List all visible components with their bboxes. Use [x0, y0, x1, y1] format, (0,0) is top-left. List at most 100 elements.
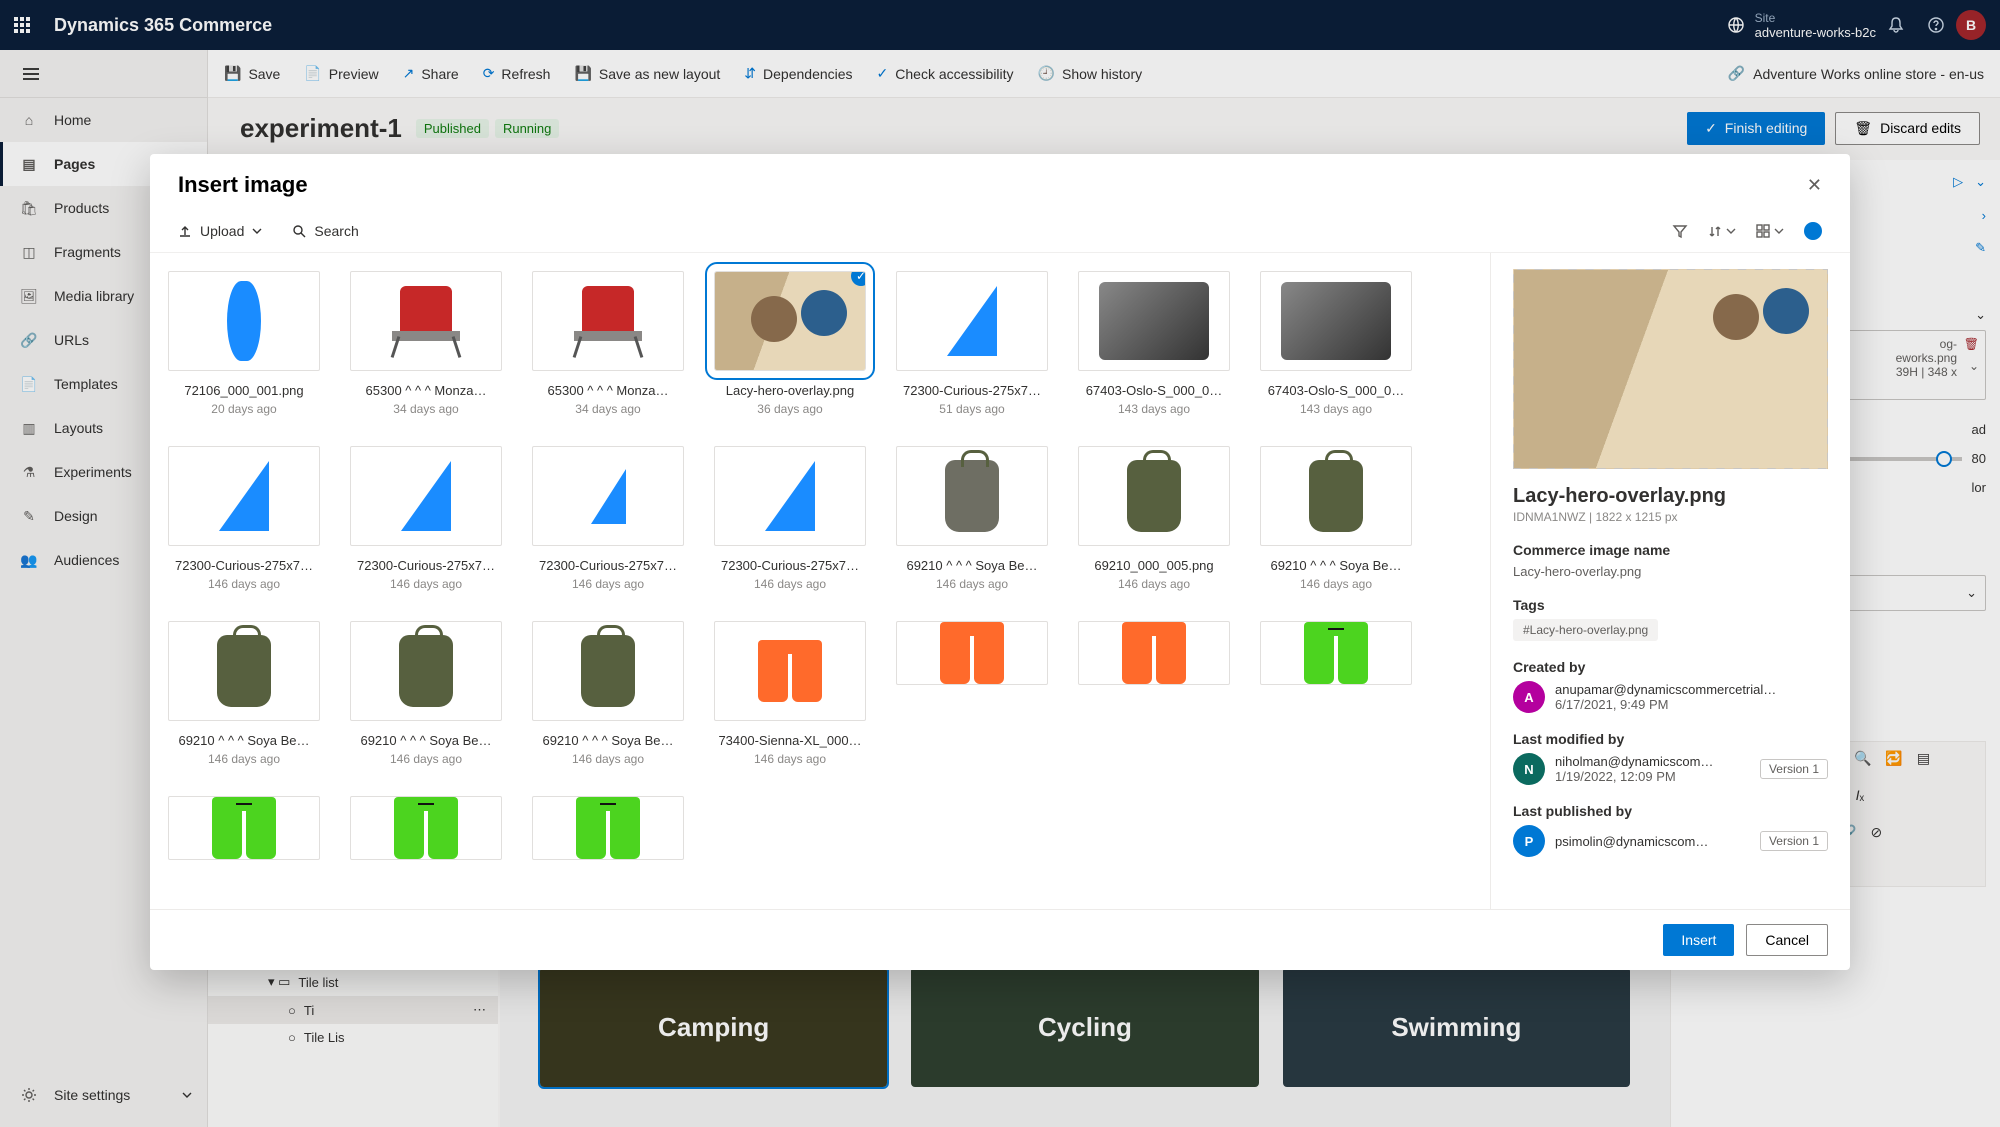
asset-age: 20 days ago [211, 402, 276, 416]
asset-thumb [1260, 621, 1412, 685]
asset-age: 146 days ago [572, 577, 644, 591]
asset-age: 146 days ago [208, 752, 280, 766]
asset-card[interactable]: 72106_000_001.png20 days ago [168, 271, 320, 416]
asset-thumb [168, 446, 320, 546]
asset-card[interactable]: 69210 ^ ^ ^ Soya Be… 146 days ago [168, 621, 320, 766]
chevron-down-icon [252, 226, 262, 236]
search-icon [292, 224, 306, 238]
asset-card[interactable]: 69210_000_005.png 146 days ago [1078, 446, 1230, 591]
asset-thumb [1078, 446, 1230, 546]
asset-age: 146 days ago [936, 577, 1008, 591]
asset-age: 143 days ago [1300, 402, 1372, 416]
asset-filename: 72300-Curious-275x7… [903, 383, 1041, 398]
asset-age: 146 days ago [208, 577, 280, 591]
asset-title: Lacy-hero-overlay.png [1513, 485, 1828, 508]
asset-thumb: ✓ [714, 271, 866, 371]
asset-card[interactable] [1260, 621, 1412, 766]
view-button[interactable] [1756, 224, 1784, 238]
upload-icon [178, 224, 192, 238]
insert-button[interactable]: Insert [1663, 924, 1734, 956]
asset-thumb [532, 446, 684, 546]
asset-thumb [168, 271, 320, 371]
asset-filename: 69210 ^ ^ ^ Soya Be… [1270, 558, 1401, 573]
upload-button[interactable]: Upload [178, 223, 262, 239]
asset-filename: 69210_000_005.png [1094, 558, 1213, 573]
asset-thumb [1078, 621, 1230, 685]
asset-meta: IDNMA1NWZ | 1822 x 1215 px [1513, 510, 1828, 524]
asset-filename: 72300-Curious-275x7… [175, 558, 313, 573]
asset-filename: 73400-Sienna-XL_000… [718, 733, 861, 748]
asset-filename: 65300 ^ ^ ^ Monza… [548, 383, 669, 398]
asset-age: 146 days ago [572, 752, 644, 766]
asset-age: 146 days ago [1300, 577, 1372, 591]
asset-card[interactable]: ✓ Lacy-hero-overlay.png 36 days ago [714, 271, 866, 416]
asset-grid: 72106_000_001.png20 days ago65300 ^ ^ ^ … [150, 253, 1490, 909]
asset-thumb [168, 621, 320, 721]
asset-thumb [896, 621, 1048, 685]
chevron-down-icon [1774, 226, 1784, 236]
asset-card[interactable]: 67403-Oslo-S_000_0… 143 days ago [1078, 271, 1230, 416]
asset-age: 34 days ago [575, 402, 640, 416]
asset-card[interactable]: 67403-Oslo-S_000_0… 143 days ago [1260, 271, 1412, 416]
filter-icon[interactable] [1672, 223, 1688, 239]
asset-card[interactable]: 69210 ^ ^ ^ Soya Be… 146 days ago [350, 621, 502, 766]
asset-card[interactable]: 73400-Sienna-XL_000… 146 days ago [714, 621, 866, 766]
asset-card[interactable]: 72300-Curious-275x7… 146 days ago [168, 446, 320, 591]
asset-card[interactable] [1078, 621, 1230, 766]
asset-filename: 67403-Oslo-S_000_0… [1268, 383, 1405, 398]
asset-filename: Lacy-hero-overlay.png [726, 383, 854, 398]
asset-filename: 72300-Curious-275x7… [539, 558, 677, 573]
asset-thumb [350, 621, 502, 721]
asset-age: 146 days ago [754, 577, 826, 591]
insert-image-modal: Insert image ✕ Upload Search [150, 154, 1850, 970]
avatar: P [1513, 825, 1545, 857]
asset-filename: 72300-Curious-275x7… [721, 558, 859, 573]
asset-thumb [1078, 271, 1230, 371]
asset-thumb [532, 796, 684, 860]
asset-thumb [896, 446, 1048, 546]
asset-filename: 69210 ^ ^ ^ Soya Be… [360, 733, 491, 748]
asset-age: 34 days ago [393, 402, 458, 416]
asset-card[interactable]: 72300-Curious-275x7… 146 days ago [532, 446, 684, 591]
asset-card[interactable] [532, 796, 684, 860]
asset-age: 36 days ago [757, 402, 822, 416]
version-pill: Version 1 [1760, 759, 1828, 779]
asset-card[interactable]: 72300-Curious-275x7… 146 days ago [714, 446, 866, 591]
sort-button[interactable] [1708, 224, 1736, 238]
asset-thumb [350, 446, 502, 546]
close-button[interactable]: ✕ [1807, 175, 1822, 196]
asset-filename: 67403-Oslo-S_000_0… [1086, 383, 1223, 398]
avatar: A [1513, 681, 1545, 713]
asset-card[interactable] [896, 621, 1048, 766]
version-pill: Version 1 [1760, 831, 1828, 851]
published-by-row: P psimolin@dynamicscom… Version 1 [1513, 825, 1828, 857]
search-button[interactable]: Search [292, 223, 358, 239]
asset-age: 146 days ago [754, 752, 826, 766]
asset-card[interactable] [350, 796, 502, 860]
asset-thumb [350, 271, 502, 371]
asset-card[interactable]: 72300-Curious-275x7… 146 days ago [350, 446, 502, 591]
asset-age: 146 days ago [390, 752, 462, 766]
asset-thumb [350, 796, 502, 860]
asset-card[interactable]: 65300 ^ ^ ^ Monza… 34 days ago [532, 271, 684, 416]
cancel-button[interactable]: Cancel [1746, 924, 1828, 956]
asset-filename: 65300 ^ ^ ^ Monza… [366, 383, 487, 398]
asset-age: 146 days ago [390, 577, 462, 591]
asset-card[interactable] [168, 796, 320, 860]
grid-icon [1756, 224, 1770, 238]
tag-chip[interactable]: #Lacy-hero-overlay.png [1513, 619, 1658, 641]
modified-by-row: N niholman@dynamicscom… 1/19/2022, 12:09… [1513, 753, 1828, 785]
asset-card[interactable]: 69210 ^ ^ ^ Soya Be… 146 days ago [1260, 446, 1412, 591]
modal-title: Insert image [178, 172, 1807, 198]
asset-card[interactable]: 69210 ^ ^ ^ Soya Be…146 days ago [532, 621, 684, 766]
asset-age: 143 days ago [1118, 402, 1190, 416]
info-toggle[interactable] [1804, 222, 1822, 240]
asset-card[interactable]: 72300-Curious-275x7…51 days ago [896, 271, 1048, 416]
asset-age: 146 days ago [1118, 577, 1190, 591]
created-by-row: A anupamar@dynamicscommercetrial… 6/17/2… [1513, 681, 1828, 713]
sort-icon [1708, 224, 1722, 238]
asset-card[interactable]: 65300 ^ ^ ^ Monza… 34 days ago [350, 271, 502, 416]
asset-filename: 69210 ^ ^ ^ Soya Be… [178, 733, 309, 748]
asset-filename: 72300-Curious-275x7… [357, 558, 495, 573]
asset-card[interactable]: 69210 ^ ^ ^ Soya Be…146 days ago [896, 446, 1048, 591]
